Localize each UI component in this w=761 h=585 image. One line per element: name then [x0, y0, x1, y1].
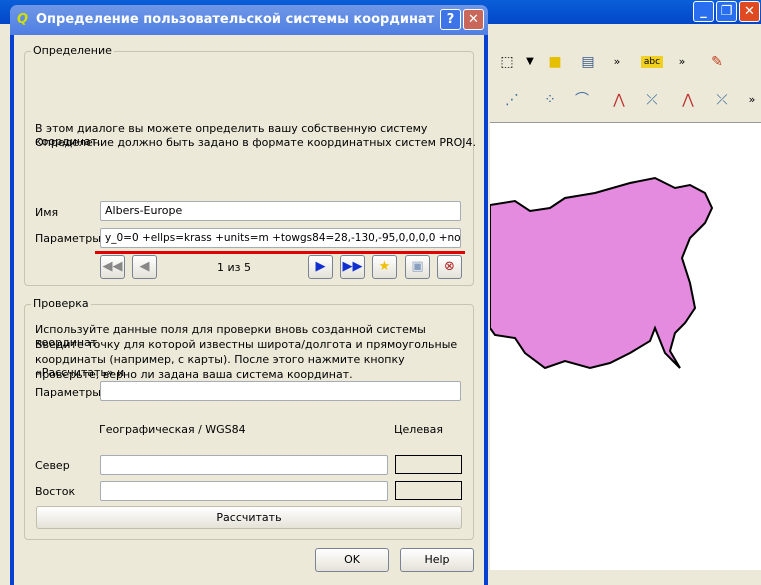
select-features-icon[interactable]: ⬚	[495, 50, 519, 74]
dropdown-arrow-icon[interactable]: ▼	[518, 50, 542, 74]
test-description: проверьте, верно ли задана ваша система …	[35, 368, 353, 381]
restore-icon[interactable]: ❐	[716, 1, 737, 22]
attribute-table-icon[interactable]: ▤	[576, 50, 600, 74]
params-input[interactable]: y_0=0 +ellps=krass +units=m +towgs84=28,…	[100, 228, 461, 248]
test-description: Введите точку для которой известны широт…	[35, 338, 458, 351]
dialog-title-bar: Q Определение пользовательской системы к…	[10, 5, 488, 35]
delete-button[interactable]: ⊗	[437, 255, 462, 279]
target-header: Целевая	[394, 423, 443, 436]
more-chevron-icon[interactable]: »	[670, 50, 694, 74]
node-tool-icon[interactable]: ⋀	[676, 88, 700, 112]
close-icon[interactable]: ✕	[463, 9, 484, 30]
edit-icon[interactable]: ✎	[705, 50, 729, 74]
next-record-button[interactable]: ▶	[308, 255, 333, 279]
north-input[interactable]	[100, 455, 388, 475]
test-params-input[interactable]	[100, 381, 461, 401]
save-button[interactable]: ▣	[405, 255, 430, 279]
map-polygon	[489, 176, 714, 370]
last-record-button[interactable]: ▶▶	[340, 255, 365, 279]
test-params-label: Параметры	[35, 386, 101, 399]
merge-icon[interactable]: ⤫	[640, 88, 664, 112]
close-icon[interactable]: ✕	[739, 1, 760, 22]
geo-header: Географическая / WGS84	[99, 423, 246, 436]
map-canvas[interactable]	[489, 122, 761, 570]
red-underline	[95, 251, 465, 254]
help-icon[interactable]: ?	[440, 9, 461, 30]
east-label: Восток	[35, 485, 76, 498]
more-chevron-icon[interactable]: »	[740, 88, 761, 112]
deselect-icon[interactable]: ■	[543, 50, 567, 74]
custom-crs-dialog: Q Определение пользовательской системы к…	[10, 5, 488, 585]
new-crs-button[interactable]: ★	[372, 255, 397, 279]
definition-description: Определение должно быть задано в формате…	[35, 136, 477, 149]
dialog-body: Определение В этом диалоге вы можете опр…	[14, 35, 484, 585]
definition-group-label: Определение	[31, 44, 114, 57]
east-output	[395, 481, 462, 500]
name-label: Имя	[35, 206, 59, 219]
reshape-icon[interactable]: ⤫	[710, 88, 734, 112]
qgis-logo-icon: Q	[17, 12, 29, 27]
ok-button[interactable]: OK	[315, 548, 389, 572]
test-group-label: Проверка	[31, 297, 91, 310]
name-input[interactable]: Albers-Europe	[100, 201, 461, 221]
east-input[interactable]	[100, 481, 388, 501]
north-output	[395, 455, 462, 474]
north-label: Север	[35, 459, 70, 472]
previous-record-button[interactable]: ◀	[132, 255, 157, 279]
record-counter: 1 из 5	[217, 261, 251, 274]
first-record-button[interactable]: ◀◀	[100, 255, 125, 279]
minimize-icon[interactable]: _	[693, 1, 714, 22]
more-chevron-icon[interactable]: »	[605, 50, 629, 74]
split-icon[interactable]: ⋀	[607, 88, 631, 112]
label-icon[interactable]: abc	[641, 56, 663, 68]
params-label: Параметры	[35, 232, 101, 245]
simplify-icon[interactable]: ⁘	[538, 88, 562, 112]
calculate-button[interactable]: Рассчитать	[36, 506, 462, 529]
dialog-title: Определение пользовательской системы коо…	[36, 12, 435, 27]
add-ring-icon[interactable]: ⌒	[570, 88, 594, 112]
add-vertex-icon[interactable]: ⋰	[500, 88, 524, 112]
help-button[interactable]: Help	[400, 548, 474, 572]
